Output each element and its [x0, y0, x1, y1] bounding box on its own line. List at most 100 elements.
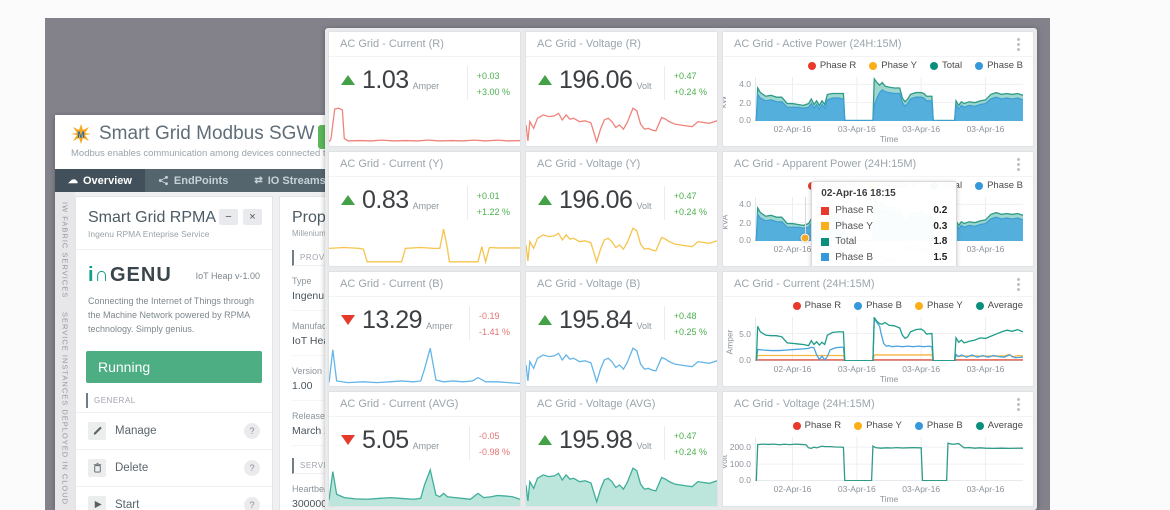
trend-up-icon	[538, 315, 552, 325]
legend-item[interactable]: Total	[930, 60, 962, 71]
trend-up-icon	[341, 195, 355, 205]
legend-label: Phase Y	[881, 180, 917, 191]
section-general: GENERAL	[86, 392, 262, 408]
legend-item[interactable]: Phase R	[792, 420, 841, 431]
kpi-delta-abs: +0.47	[673, 191, 697, 201]
tile-header: AC Grid - Voltage (AVG)	[526, 392, 717, 417]
kpi-unit: Volt	[636, 201, 652, 211]
x-axis-tick: 02-Apr-16	[773, 244, 812, 254]
tile-title: AC Grid - Apparent Power (24H:15M)	[734, 158, 917, 170]
legend-dot	[915, 301, 924, 310]
chart-legend: Phase R Phase Y Total Phase B	[807, 60, 1023, 71]
help-badge[interactable]: ?	[244, 496, 260, 510]
kpi-tile: AC Grid - Current (AVG) 5.05 Amper -0.05 -0.…	[328, 391, 521, 507]
legend-label: Phase Y	[866, 420, 902, 431]
kpi-unit: Amper	[412, 441, 440, 451]
chart-body: Phase R Phase Y Total Phase B kVA 4.0 2.0 0.0 02…	[723, 177, 1033, 266]
minimize-button[interactable]: −	[219, 209, 238, 225]
sparkline-chart	[329, 104, 520, 146]
action-manage[interactable]: Manage ?	[76, 411, 272, 449]
x-axis-tick: 03-Apr-16	[902, 124, 941, 134]
legend-item[interactable]: Phase B	[975, 60, 1023, 71]
x-axis-tick: 02-Apr-16	[773, 484, 812, 494]
kpi-body: 13.29 Amper -0.19 -1.41 %	[329, 297, 520, 341]
kpi-value: 13.29	[362, 306, 423, 334]
legend-item[interactable]: Phase Y	[854, 420, 902, 431]
legend-item[interactable]: Phase B	[975, 180, 1023, 191]
play-icon	[88, 495, 106, 510]
help-badge[interactable]: ?	[244, 459, 260, 476]
sparkline-chart	[329, 464, 520, 506]
svg-text:M: M	[77, 130, 85, 140]
kpi-deltas: +0.48 +0.25 %	[663, 306, 707, 341]
action-start[interactable]: Start ?	[76, 485, 272, 510]
legend-label: Phase R	[819, 180, 857, 191]
kpi-delta-abs: +0.03	[476, 71, 500, 81]
y-axis-tick: 0.0	[739, 355, 751, 366]
tile-menu-icon[interactable]	[1015, 396, 1022, 413]
tile-header: AC Grid - Current (B)	[329, 272, 520, 297]
legend-item[interactable]: Phase B	[854, 300, 902, 311]
tile-title: AC Grid - Voltage (Y)	[537, 158, 641, 170]
legend-item[interactable]: Average	[975, 420, 1023, 431]
legend-item[interactable]: Phase Y	[915, 300, 963, 311]
kpi-value: 195.98	[559, 426, 633, 454]
tile-header: AC Grid - Voltage (B)	[526, 272, 717, 297]
tile-title: AC Grid - Current (Y)	[340, 158, 444, 170]
close-button[interactable]: ×	[243, 209, 262, 225]
tab-endpoints[interactable]: EndPoints	[145, 169, 241, 192]
trend-up-icon	[538, 75, 552, 85]
plot-area: 4.0 2.0 0.0 02-Apr-16 18:15 Phase R 0.2 Phase …	[739, 181, 1023, 266]
kpi-delta-abs: +0.47	[673, 71, 697, 81]
share-icon	[158, 175, 168, 186]
tile-menu-icon[interactable]	[1015, 36, 1022, 53]
kpi-delta-pct: +1.22 %	[476, 207, 510, 218]
legend-label: Phase B	[926, 420, 963, 431]
x-axis-tick: 03-Apr-16	[902, 244, 941, 254]
rail-label-fabric-services: IW FABRIC SERVICES	[60, 202, 70, 299]
help-badge[interactable]: ?	[244, 422, 260, 439]
legend-dot	[869, 61, 878, 70]
tile-menu-icon[interactable]	[1015, 276, 1022, 293]
kpi-deltas: -0.05 -0.98 %	[468, 426, 510, 461]
x-axis-tick: 03-Apr-16	[837, 364, 876, 374]
legend-label: Phase B	[987, 60, 1023, 71]
trend-up-icon	[538, 435, 552, 445]
tile-menu-icon[interactable]	[1015, 156, 1022, 173]
timeseries-tile: AC Grid - Apparent Power (24H:15M) Phase …	[722, 151, 1034, 267]
y-axis-tick: 100.0	[729, 459, 751, 470]
kpi-deltas: +0.47 +0.24 %	[663, 426, 707, 461]
kpi-delta-pct: +0.24 %	[673, 207, 707, 218]
legend-item[interactable]: Phase Y	[869, 60, 917, 71]
y-axis-tick: 2.0	[739, 217, 751, 228]
tooltip-series-swatch	[821, 253, 830, 262]
chart-body: Phase R Phase Y Total Phase B kW 4.0 2.0 0.0 02-…	[723, 57, 1033, 146]
action-delete[interactable]: Delete ?	[76, 448, 272, 486]
legend-dot	[792, 421, 801, 430]
trend-up-icon	[538, 195, 552, 205]
kpi-deltas: +0.01 +1.22 %	[466, 186, 510, 221]
legend-item[interactable]: Phase R	[807, 180, 857, 191]
legend-item[interactable]: Average	[975, 300, 1023, 311]
x-axis-label: Time	[879, 254, 899, 264]
kpi-tile: AC Grid - Voltage (R) 196.06 Volt +0.47 +0.2…	[525, 31, 718, 147]
service-description: Connecting the Internet of Things throug…	[88, 296, 254, 334]
trash-icon	[88, 458, 106, 477]
legend-item[interactable]: Phase Y	[869, 180, 917, 191]
y-axis-tick: 0.0	[739, 235, 751, 246]
kpi-delta-abs: +0.48	[673, 311, 697, 321]
legend-item[interactable]: Phase R	[792, 300, 841, 311]
kpi-body: 196.06 Volt +0.47 +0.24 %	[526, 57, 717, 101]
sparkline-chart	[329, 344, 520, 386]
dashboard-panel: AC Grid - Current (R) 1.03 Amper +0.03 +3.00…	[325, 28, 1037, 510]
legend-dot	[854, 301, 863, 310]
kpi-delta-abs: +0.01	[476, 191, 500, 201]
legend-item[interactable]: Phase R	[807, 60, 856, 71]
trend-down-icon	[341, 315, 355, 325]
tab-overview[interactable]: ☁ Overview	[55, 169, 145, 192]
y-axis-label: kVA	[722, 214, 730, 230]
legend-item[interactable]: Total	[930, 180, 962, 191]
tile-header: AC Grid - Apparent Power (24H:15M)	[723, 152, 1033, 177]
legend-item[interactable]: Phase B	[914, 420, 963, 431]
y-axis-label: Volt	[722, 454, 730, 470]
